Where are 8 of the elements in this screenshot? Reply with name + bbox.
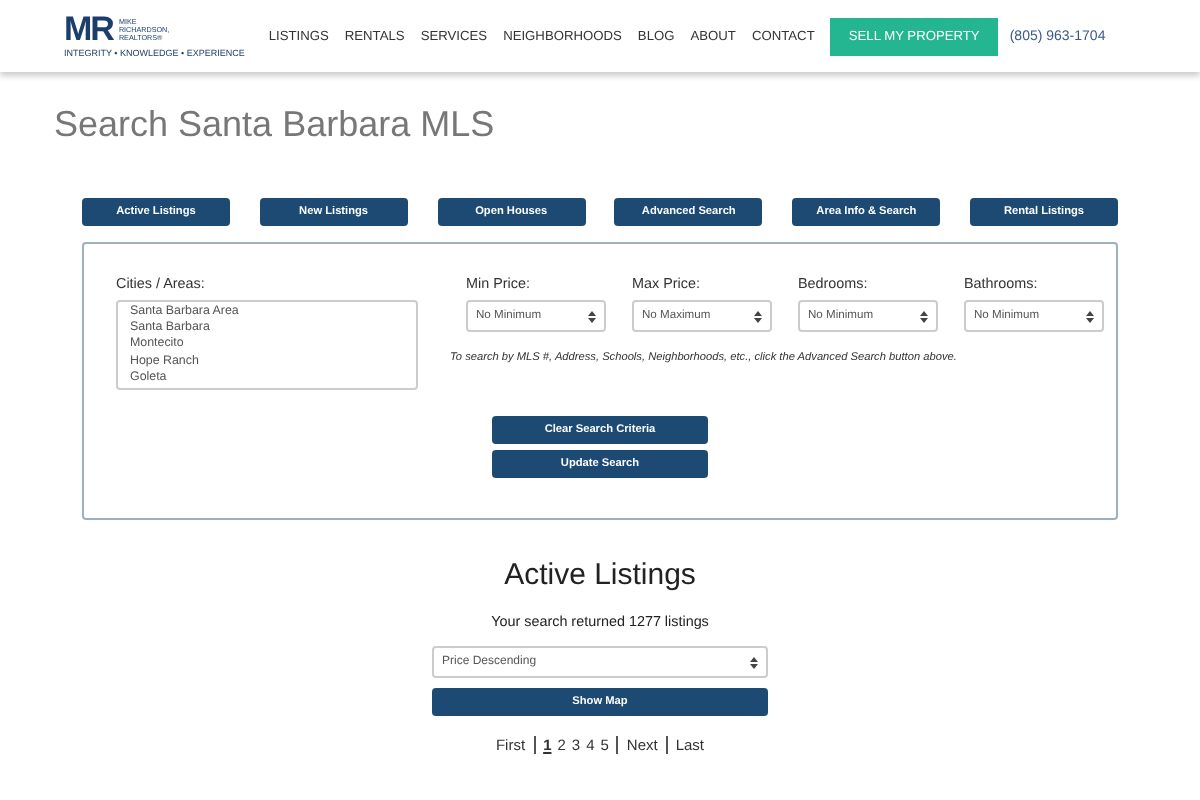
page-title: Search Santa Barbara MLS [54, 104, 497, 148]
select-arrows-icon [750, 655, 758, 669]
select-arrows-icon [920, 309, 928, 323]
logo-letters[interactable]: MR [64, 13, 113, 45]
select-arrows-icon [754, 309, 762, 323]
select-arrows-icon [588, 309, 596, 323]
select-arrows-icon [1086, 309, 1094, 323]
results-heading: Active Listings [504, 558, 696, 592]
